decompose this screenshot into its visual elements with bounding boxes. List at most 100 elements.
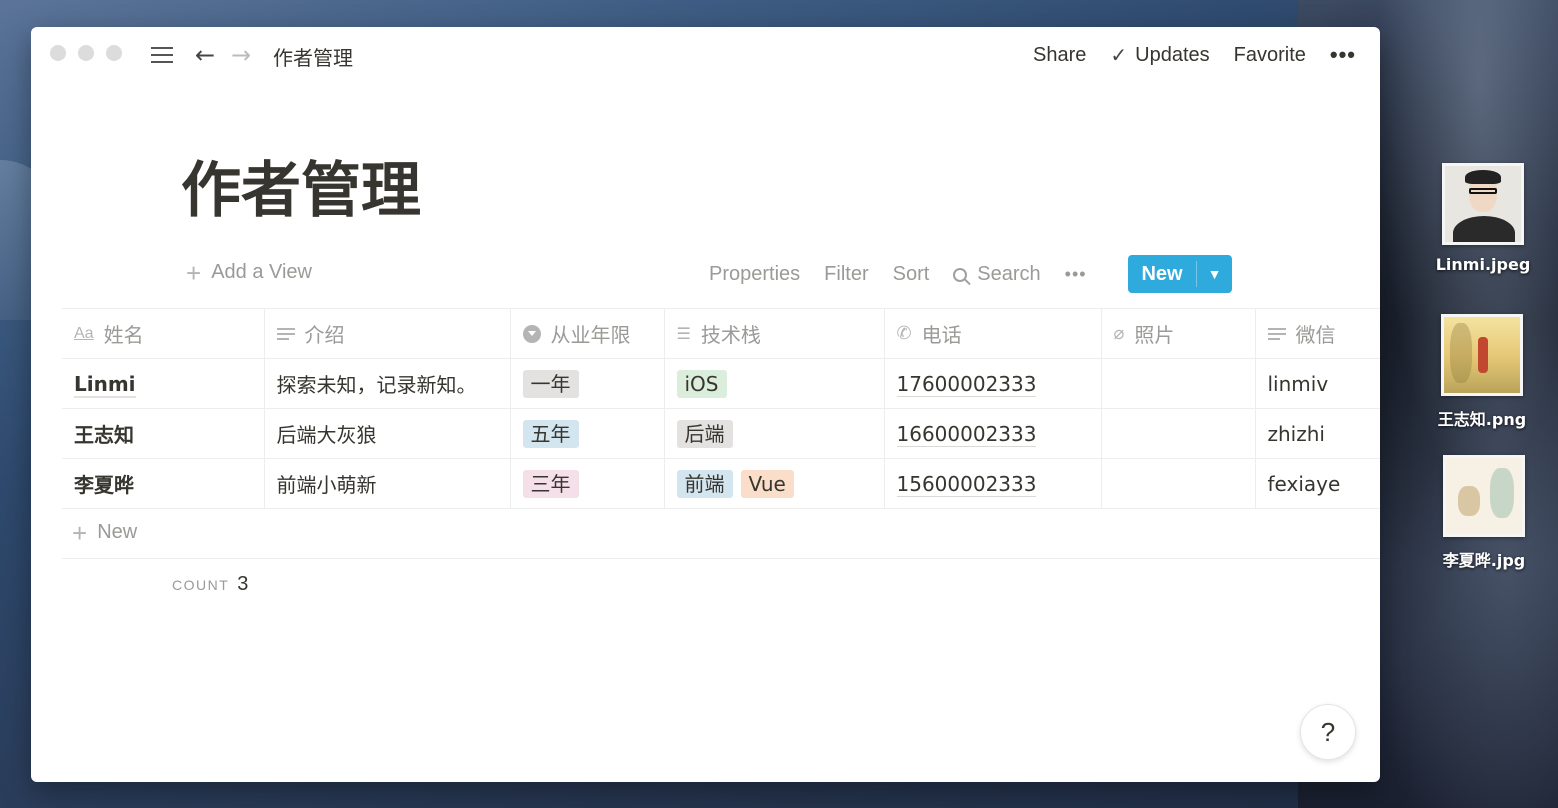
table-row[interactable]: 李夏晔 前端小萌新 三年 前端 Vue 15600002333 fexiaye <box>62 458 1380 509</box>
database-view-bar: + Add a View Properties Filter Sort Sear… <box>31 255 1380 295</box>
stack-cell[interactable]: iOS <box>664 358 885 409</box>
name-cell[interactable]: Linmi <box>62 358 265 409</box>
column-header-name[interactable]: Aa 姓名 <box>62 308 265 359</box>
years-tag: 一年 <box>522 369 579 398</box>
title-aa-icon: Aa <box>74 324 94 342</box>
name-cell[interactable]: 李夏晔 <box>62 458 265 509</box>
breadcrumb[interactable]: 作者管理 <box>273 42 353 71</box>
sidebar-menu-icon[interactable] <box>149 45 175 65</box>
add-view-label: Add a View <box>211 261 312 283</box>
count-summary[interactable]: COUNT 3 <box>172 573 248 596</box>
stack-cell[interactable]: 前端 Vue <box>664 458 885 509</box>
phone-text: 17600002333 <box>896 371 1037 397</box>
plus-icon: + <box>72 517 88 548</box>
column-header-phone[interactable]: ✆ 电话 <box>884 308 1102 359</box>
phone-cell[interactable]: 15600002333 <box>884 458 1102 509</box>
name-text: Linmi <box>74 371 136 398</box>
filter-button[interactable]: Filter <box>824 263 868 286</box>
phone-icon: ✆ <box>896 323 912 344</box>
wechat-cell[interactable]: zhizhi <box>1255 408 1380 459</box>
column-header-intro[interactable]: 介绍 <box>264 308 511 359</box>
years-cell[interactable]: 三年 <box>510 458 665 509</box>
desktop-file-lixiaye[interactable]: 李夏晔.jpg <box>1424 455 1544 571</box>
view-more-icon[interactable]: ••• <box>1065 264 1087 285</box>
photo-cell[interactable] <box>1101 358 1256 409</box>
more-options-icon[interactable]: ••• <box>1330 42 1356 68</box>
close-window-button[interactable] <box>50 45 66 61</box>
stack-tag: 后端 <box>676 419 733 448</box>
text-lines-icon <box>1267 327 1286 341</box>
column-label: 照片 <box>1134 323 1175 347</box>
minimize-window-button[interactable] <box>78 45 94 61</box>
updates-button[interactable]: ✓ Updates <box>1110 43 1209 68</box>
file-name: 王志知.png <box>1437 410 1527 429</box>
column-header-years[interactable]: 从业年限 <box>510 308 665 359</box>
phone-text: 15600002333 <box>896 471 1037 497</box>
stack-cell[interactable]: 后端 <box>664 408 885 459</box>
sort-button[interactable]: Sort <box>893 263 930 286</box>
zoom-window-button[interactable] <box>106 45 122 61</box>
column-header-wechat[interactable]: 微信 <box>1255 308 1380 359</box>
count-label: COUNT <box>172 577 230 593</box>
search-icon <box>953 267 968 282</box>
back-arrow-icon[interactable]: ← <box>195 41 215 69</box>
stack-tag: 前端 <box>676 469 733 498</box>
table-header-row: Aa 姓名 介绍 从业年限 ☰ 技术栈 ✆ 电话 ⌀ 照片 微信 <box>62 308 1380 359</box>
properties-button[interactable]: Properties <box>709 263 800 286</box>
photo-cell[interactable] <box>1101 458 1256 509</box>
column-header-photo[interactable]: ⌀ 照片 <box>1101 308 1256 359</box>
page-title[interactable]: 作者管理 <box>181 142 421 229</box>
intro-cell[interactable]: 前端小萌新 <box>264 458 511 509</box>
search-button[interactable]: Search <box>953 263 1041 286</box>
chevron-down-icon[interactable]: ▼ <box>1197 255 1232 293</box>
phone-text: 16600002333 <box>896 421 1037 447</box>
column-header-stack[interactable]: ☰ 技术栈 <box>664 308 885 359</box>
desktop-file-wangzhizhi[interactable]: 王志知.png <box>1422 314 1542 430</box>
intro-cell[interactable]: 探索未知，记录新知。 <box>264 358 511 409</box>
table-row[interactable]: 王志知 后端大灰狼 五年 后端 16600002333 zhizhi <box>62 408 1380 459</box>
years-cell[interactable]: 五年 <box>510 408 665 459</box>
paperclip-icon: ⌀ <box>1113 323 1125 344</box>
column-label: 姓名 <box>103 323 144 347</box>
name-cell[interactable]: 王志知 <box>62 408 265 459</box>
help-button[interactable]: ? <box>1300 704 1356 760</box>
forward-arrow-icon[interactable]: → <box>231 41 251 69</box>
favorite-button[interactable]: Favorite <box>1234 44 1306 67</box>
file-thumbnail <box>1443 455 1525 537</box>
column-label: 电话 <box>921 323 962 347</box>
name-text: 李夏晔 <box>74 473 134 497</box>
add-view-button[interactable]: + Add a View <box>186 257 312 288</box>
intro-cell[interactable]: 后端大灰狼 <box>264 408 511 459</box>
column-label: 从业年限 <box>550 323 631 347</box>
column-label: 技术栈 <box>700 323 761 347</box>
plus-icon: + <box>186 257 202 288</box>
years-cell[interactable]: 一年 <box>510 358 665 409</box>
select-icon <box>522 324 541 343</box>
app-window: ← → 作者管理 Share ✓ Updates Favorite ••• 作者… <box>31 27 1380 782</box>
desktop-file-linmi[interactable]: Linmi.jpeg <box>1423 163 1543 274</box>
wechat-cell[interactable]: fexiaye <box>1255 458 1380 509</box>
name-text: 王志知 <box>74 423 134 447</box>
photo-cell[interactable] <box>1101 408 1256 459</box>
wechat-cell[interactable]: linmiv <box>1255 358 1380 409</box>
view-controls: Properties Filter Sort Search ••• <box>709 263 1087 286</box>
years-tag: 五年 <box>522 419 579 448</box>
phone-cell[interactable]: 17600002333 <box>884 358 1102 409</box>
stack-tag: Vue <box>740 469 794 498</box>
multi-select-list-icon: ☰ <box>676 324 691 343</box>
check-icon: ✓ <box>1110 44 1128 67</box>
share-button[interactable]: Share <box>1033 44 1086 67</box>
title-bar: ← → 作者管理 Share ✓ Updates Favorite ••• <box>31 27 1380 85</box>
file-thumbnail <box>1442 163 1524 245</box>
add-row-button[interactable]: + New <box>72 517 138 548</box>
new-record-button[interactable]: New ▼ <box>1128 255 1232 293</box>
add-row-label: New <box>97 521 138 543</box>
stack-tag: iOS <box>676 369 727 398</box>
column-label: 微信 <box>1295 323 1336 347</box>
table-row[interactable]: Linmi 探索未知，记录新知。 一年 iOS 17600002333 linm… <box>62 358 1380 409</box>
column-label: 介绍 <box>304 323 345 347</box>
search-label: Search <box>977 263 1041 285</box>
years-tag: 三年 <box>522 469 579 498</box>
database-table: Aa 姓名 介绍 从业年限 ☰ 技术栈 ✆ 电话 ⌀ 照片 微信 Linmi 探… <box>62 308 1380 509</box>
phone-cell[interactable]: 16600002333 <box>884 408 1102 459</box>
